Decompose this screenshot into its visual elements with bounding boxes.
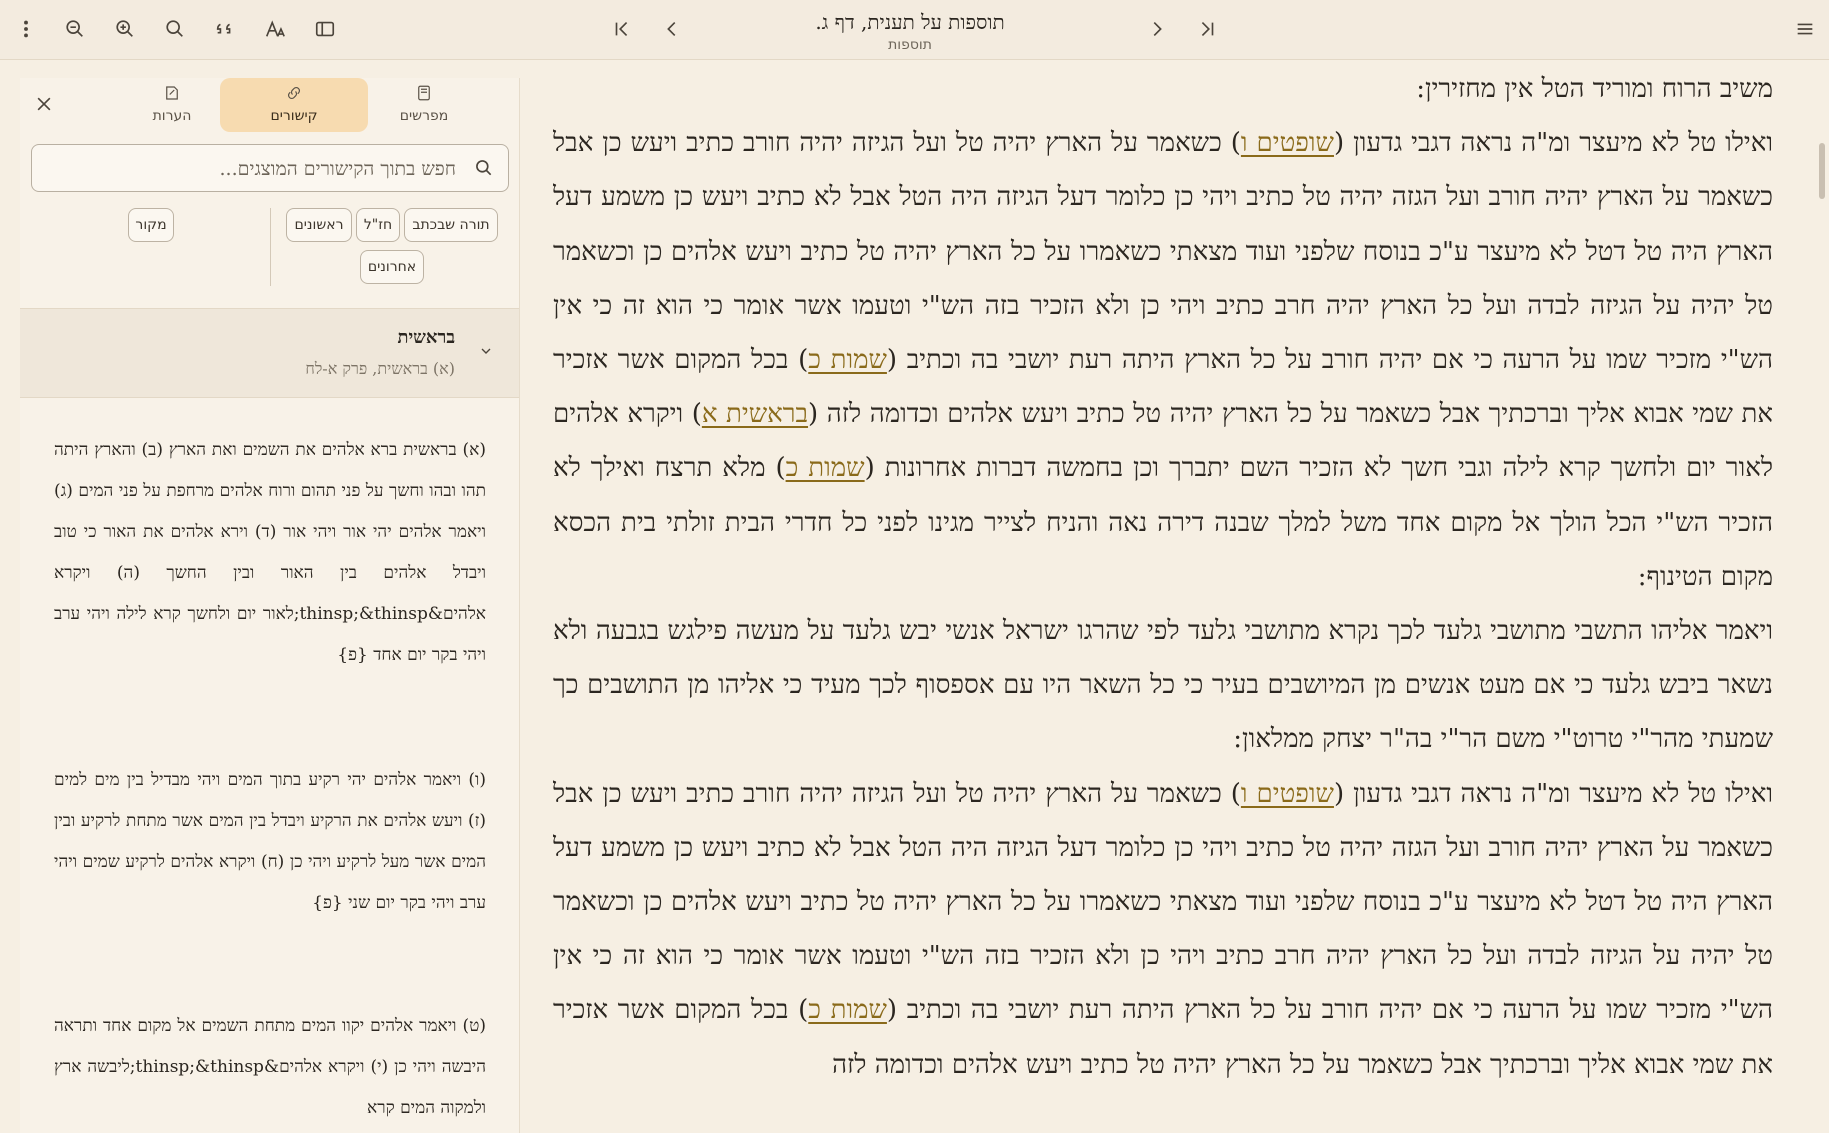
links-search-input[interactable] xyxy=(54,153,458,185)
text-segment: ואילו טל לא מיעצר ומ"ה נראה דגבי גדעון ( xyxy=(1333,128,1773,159)
linked-verse-text[interactable]: (א) בראשית ברא אלהים את השמים ואת הארץ (… xyxy=(54,430,486,676)
page-title: תוספות על תענית, דף ג. xyxy=(815,10,1005,34)
text-paragraph[interactable]: משיב הרוח ומוריד הטל אין מחזירין: xyxy=(553,62,1773,116)
text-paragraph[interactable]: ואילו טל לא מיעצר ומ"ה נראה דגבי גדעון (… xyxy=(553,767,1773,1092)
top-toolbar: תוספות על תענית, דף ג. תוספות xyxy=(0,0,1829,60)
text-paragraph[interactable]: ויאמר אליהו התשבי מתושבי גלעד לכך נקרא מ… xyxy=(553,604,1773,767)
last-page-icon[interactable] xyxy=(1192,14,1222,44)
text-segment: ואילו טל לא מיעצר ומ"ה נראה דגבי גדעון ( xyxy=(1333,778,1773,809)
more-menu-icon[interactable] xyxy=(11,14,41,44)
chip-divider xyxy=(270,208,271,286)
link-group-title: בראשית xyxy=(397,327,455,348)
linked-verse-text[interactable]: (ט) ויאמר אלהים יקוו המים מתחת השמים אל … xyxy=(54,1006,486,1129)
search-icon[interactable] xyxy=(160,14,190,44)
title-area: תוספות על תענית, דף ג. תוספות xyxy=(760,10,1060,53)
next-page-icon[interactable] xyxy=(1142,14,1172,44)
font-size-icon[interactable] xyxy=(260,14,290,44)
previous-page-icon[interactable] xyxy=(657,14,687,44)
filter-chip-torah[interactable]: תורה שבכתב xyxy=(404,208,498,242)
tab-commentaries-label: מפרשים xyxy=(399,108,449,124)
zoom-in-icon[interactable] xyxy=(110,14,140,44)
links-panel: הערות קישורים מפרשים תורה שבכתב חז"ל ראש… xyxy=(20,78,520,1133)
zoom-out-icon[interactable] xyxy=(60,14,90,44)
source-reference-link[interactable]: שמות כ xyxy=(808,995,887,1025)
source-reference-link[interactable]: שופטים ו xyxy=(1241,128,1334,158)
source-reference-link[interactable]: שמות כ xyxy=(808,345,887,375)
tab-links[interactable]: קישורים xyxy=(220,78,368,132)
sidebar-toggle-icon[interactable] xyxy=(310,14,340,44)
scrollbar-thumb[interactable] xyxy=(1819,143,1825,199)
filter-chip-rishonim[interactable]: ראשונים xyxy=(286,208,352,242)
linked-verse-text[interactable]: (ו) ויאמר אלהים יהי רקיע בתוך המים ויהי … xyxy=(54,760,486,924)
text-paragraph[interactable]: ואילו טל לא מיעצר ומ"ה נראה דגבי גדעון (… xyxy=(553,116,1773,604)
filter-chip-acharonim[interactable]: אחרונים xyxy=(360,250,424,284)
link-icon xyxy=(220,84,368,104)
first-page-icon[interactable] xyxy=(607,14,637,44)
filter-chip-chazal[interactable]: חז"ל xyxy=(356,208,400,242)
source-reference-link[interactable]: בראשית א xyxy=(702,399,808,429)
page-subtitle: תוספות xyxy=(888,37,932,53)
source-reference-link[interactable]: שמות כ xyxy=(786,453,865,483)
book-icon xyxy=(350,84,498,104)
chevron-down-icon[interactable] xyxy=(478,343,498,363)
quote-icon[interactable] xyxy=(210,14,240,44)
filter-chip-source[interactable]: מקור xyxy=(128,208,174,242)
text-segment: ) כשאמר על הארץ יהיה טל ועל הגיזה יהיה ח… xyxy=(553,778,1773,1026)
tab-links-label: קישורים xyxy=(270,108,318,124)
link-group-subtitle: (א) בראשית, פרק א-לח xyxy=(305,359,455,378)
link-group-header[interactable]: בראשית (א) בראשית, פרק א-לח xyxy=(20,308,519,398)
search-icon xyxy=(474,158,494,178)
source-reference-link[interactable]: שופטים ו xyxy=(1241,779,1334,809)
text-segment: ) כשאמר על הארץ יהיה טל ועל הגיזה יהיה ח… xyxy=(553,128,1773,376)
close-panel-icon[interactable] xyxy=(32,92,56,116)
main-text-area: משיב הרוח ומוריד הטל אין מחזירין: ואילו … xyxy=(553,62,1773,1133)
tab-commentaries[interactable]: מפרשים xyxy=(350,78,498,132)
links-search-box xyxy=(31,144,509,192)
panel-tabs: הערות קישורים מפרשים xyxy=(20,78,519,148)
hamburger-menu-icon[interactable] xyxy=(1790,14,1820,44)
